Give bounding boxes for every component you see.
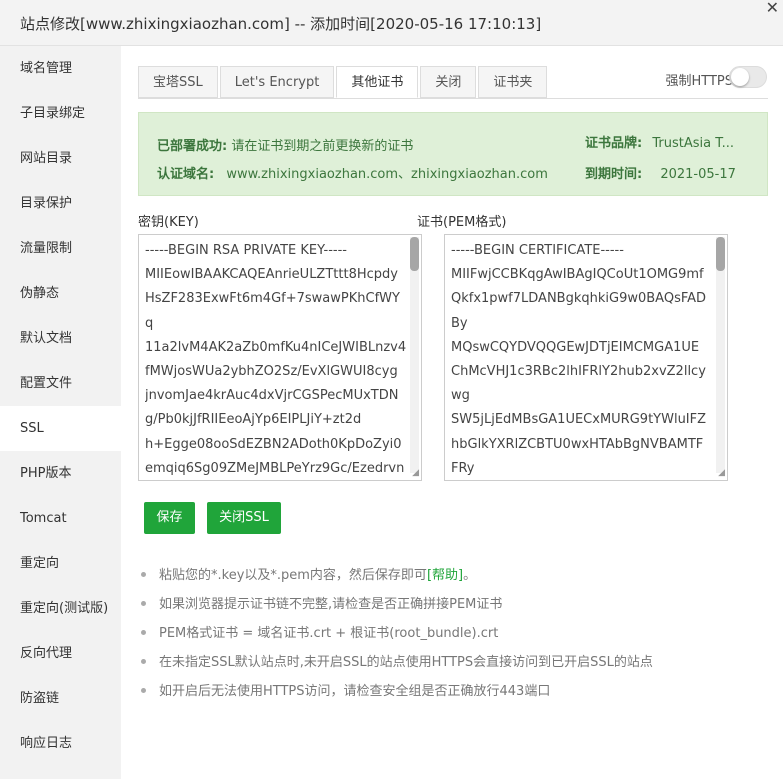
- expiry-line: 到期时间: 2021-05-17: [585, 163, 736, 182]
- brand-line: 证书品牌: TrustAsia T...: [585, 132, 734, 151]
- tip-item: PEM格式证书 = 域名证书.crt + 根证书(root_bundle).cr…: [138, 624, 768, 653]
- tip-item: 在未指定SSL默认站点时,未开启SSL的站点使用HTTPS会直接访问到已开启SS…: [138, 653, 768, 682]
- tab-cert-folder[interactable]: 证书夹: [478, 66, 548, 98]
- deployed-line: 已部署成功: 请在证书到期之前更换新的证书: [157, 135, 413, 154]
- resize-grip-icon[interactable]: ◢: [412, 469, 419, 478]
- bullet-icon: [141, 572, 146, 577]
- key-scrollbar-thumb[interactable]: [410, 237, 419, 271]
- sidebar-item-subdir-binding[interactable]: 子目录绑定: [0, 91, 121, 136]
- sidebar-item-redirect-beta[interactable]: 重定向(测试版): [0, 586, 121, 631]
- sidebar-item-ssl[interactable]: SSL: [0, 406, 121, 451]
- bullet-icon: [141, 630, 146, 635]
- help-link[interactable]: [帮助]: [427, 568, 463, 583]
- tab-bt-ssl[interactable]: 宝塔SSL: [138, 66, 218, 98]
- sidebar: 域名管理 子目录绑定 网站目录 目录保护 流量限制 伪静态 默认文档 配置文件 …: [0, 46, 121, 779]
- cert-field-label: 证书(PEM格式): [417, 215, 507, 230]
- tip-text: 如果浏览器提示证书链不完整,请检查是否正确拼接PEM证书: [159, 597, 503, 612]
- sidebar-item-config-file[interactable]: 配置文件: [0, 361, 121, 406]
- tip-item: 粘贴您的*.key以及*.pem内容，然后保存即可[帮助]。: [138, 566, 768, 595]
- key-field-label: 密钥(KEY): [138, 215, 199, 230]
- tab-other-cert[interactable]: 其他证书: [336, 66, 419, 98]
- sidebar-item-hotlink-protect[interactable]: 防盗链: [0, 676, 121, 721]
- brand-value: TrustAsia T...: [652, 136, 734, 151]
- sidebar-item-dir-protect[interactable]: 目录保护: [0, 181, 121, 226]
- cert-scrollbar-thumb[interactable]: [716, 237, 725, 271]
- domain-line: 认证域名: www.zhixingxiaozhan.com、zhixingxia…: [157, 163, 548, 182]
- ssl-panel: 宝塔SSL Let's Encrypt 其他证书 关闭 证书夹 强制HTTPS …: [121, 46, 783, 779]
- toggle-knob: [731, 68, 749, 86]
- tabs-divider: [138, 98, 768, 99]
- close-icon[interactable]: ✕: [766, 0, 779, 17]
- sidebar-item-redirect[interactable]: 重定向: [0, 541, 121, 586]
- sidebar-item-default-doc[interactable]: 默认文档: [0, 316, 121, 361]
- deployed-label: 已部署成功:: [157, 139, 228, 154]
- bullet-icon: [141, 601, 146, 606]
- bullet-icon: [141, 659, 146, 664]
- tip-text: 如开启后无法使用HTTPS访问，请检查安全组是否正确放行443端口: [159, 684, 551, 699]
- tab-lets-encrypt[interactable]: Let's Encrypt: [219, 66, 335, 98]
- sidebar-item-tomcat[interactable]: Tomcat: [0, 496, 121, 541]
- cert-textarea-content: -----BEGIN CERTIFICATE----- MIIFwjCCBKqg…: [451, 243, 707, 476]
- save-button[interactable]: 保存: [144, 502, 195, 534]
- expiry-value: 2021-05-17: [660, 167, 736, 182]
- expiry-label: 到期时间:: [585, 167, 643, 182]
- dialog-titlebar: 站点修改[www.zhixingxiaozhan.com] -- 添加时间[20…: [0, 0, 783, 46]
- key-scrollbar[interactable]: [410, 237, 419, 473]
- tip-text: 粘贴您的*.key以及*.pem内容，然后保存即可: [159, 568, 427, 583]
- sidebar-item-traffic-limit[interactable]: 流量限制: [0, 226, 121, 271]
- force-https-label: 强制HTTPS: [665, 74, 733, 89]
- deployed-text: 请在证书到期之前更换新的证书: [231, 139, 414, 154]
- tip-text-end: 。: [463, 568, 477, 583]
- tab-close[interactable]: 关闭: [420, 66, 477, 98]
- brand-label: 证书品牌:: [585, 136, 643, 151]
- tip-item: 如开启后无法使用HTTPS访问，请检查安全组是否正确放行443端口: [138, 682, 768, 711]
- force-https-toggle[interactable]: [729, 66, 767, 88]
- tip-text: PEM格式证书 = 域名证书.crt + 根证书(root_bundle).cr…: [159, 626, 499, 641]
- key-textarea[interactable]: -----BEGIN RSA PRIVATE KEY----- MIIEowIB…: [138, 234, 422, 481]
- bullet-icon: [141, 688, 146, 693]
- cert-textarea[interactable]: -----BEGIN CERTIFICATE----- MIIFwjCCBKqg…: [444, 234, 728, 481]
- resize-grip-icon[interactable]: ◢: [718, 469, 725, 478]
- cert-scrollbar[interactable]: [716, 237, 725, 473]
- close-ssl-button[interactable]: 关闭SSL: [207, 502, 281, 534]
- sidebar-item-php-version[interactable]: PHP版本: [0, 451, 121, 496]
- tip-item: 如果浏览器提示证书链不完整,请检查是否正确拼接PEM证书: [138, 595, 768, 624]
- key-textarea-content: -----BEGIN RSA PRIVATE KEY----- MIIEowIB…: [145, 243, 407, 476]
- sidebar-item-site-dir[interactable]: 网站目录: [0, 136, 121, 181]
- domain-label: 认证域名:: [157, 167, 215, 182]
- domain-value: www.zhixingxiaozhan.com、zhixingxiaozhan.…: [226, 167, 548, 182]
- sidebar-item-response-log[interactable]: 响应日志: [0, 721, 121, 766]
- tips-list: 粘贴您的*.key以及*.pem内容，然后保存即可[帮助]。 如果浏览器提示证书…: [138, 566, 768, 711]
- dialog-title: 站点修改[www.zhixingxiaozhan.com] -- 添加时间[20…: [20, 15, 542, 33]
- tip-text: 在未指定SSL默认站点时,未开启SSL的站点使用HTTPS会直接访问到已开启SS…: [159, 655, 653, 670]
- cert-status-box: 已部署成功: 请在证书到期之前更换新的证书 证书品牌: TrustAsia T.…: [138, 112, 768, 196]
- sidebar-item-domain[interactable]: 域名管理: [0, 46, 121, 91]
- sidebar-item-rewrite[interactable]: 伪静态: [0, 271, 121, 316]
- sidebar-item-reverse-proxy[interactable]: 反向代理: [0, 631, 121, 676]
- ssl-tabs: 宝塔SSL Let's Encrypt 其他证书 关闭 证书夹: [138, 66, 549, 99]
